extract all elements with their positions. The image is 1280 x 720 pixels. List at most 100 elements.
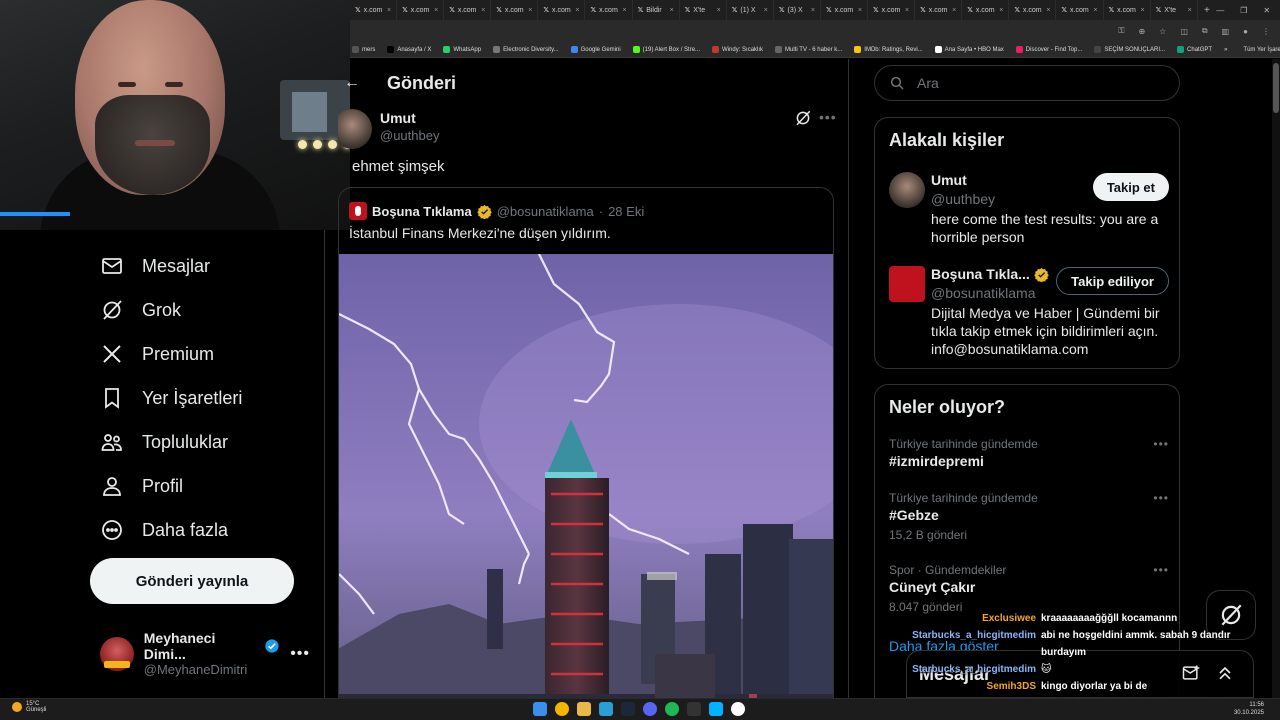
browser-tab[interactable]: 𝕏 Bildir × bbox=[633, 0, 680, 20]
bookmark-item[interactable]: Multi TV - 6 haber k... bbox=[775, 46, 842, 53]
chrome-icon[interactable] bbox=[555, 702, 569, 716]
nav-item-messages[interactable]: Mesajlar bbox=[100, 254, 210, 278]
back-arrow-icon[interactable]: ← bbox=[344, 74, 360, 92]
bookmark-item[interactable]: Anasayfa / X bbox=[387, 46, 431, 53]
close-icon[interactable]: × bbox=[481, 7, 485, 14]
account-switcher[interactable]: Meyhaneci Dimi... @MeyhaneDimitri ••• bbox=[100, 630, 310, 677]
browser-tab[interactable]: 𝕏x.com × bbox=[868, 0, 916, 20]
nav-item-more[interactable]: Daha fazla bbox=[100, 518, 228, 542]
nav-item-communities[interactable]: Topluluklar bbox=[100, 430, 228, 454]
browser-tab[interactable]: 𝕏x.com × bbox=[915, 0, 963, 20]
trend-item[interactable]: Spor · Gündemdekiler Cüneyt Çakır 8.047 … bbox=[889, 563, 1169, 614]
close-icon[interactable]: × bbox=[670, 7, 674, 14]
browser-tab[interactable]: 𝕏x.com × bbox=[491, 0, 539, 20]
more-dots-icon[interactable]: ••• bbox=[819, 109, 837, 125]
follow-button[interactable]: Takip et bbox=[1092, 173, 1169, 201]
zoom-icon[interactable]: ⊕ bbox=[1138, 27, 1145, 36]
author-handle[interactable]: @uuthbey bbox=[380, 128, 439, 143]
discord-icon[interactable] bbox=[643, 702, 657, 716]
bookmark-item[interactable]: Ana Sayfa • HBO Max bbox=[934, 46, 1004, 53]
browser-tab[interactable]: 𝕏x.com × bbox=[962, 0, 1010, 20]
nav-item-bookmarks[interactable]: Yer İşaretleri bbox=[100, 386, 242, 410]
spotify-icon[interactable] bbox=[665, 702, 679, 716]
browser-tab[interactable]: 𝕏x.com × bbox=[1104, 0, 1151, 20]
close-icon[interactable]: × bbox=[905, 7, 909, 14]
trend-item[interactable]: Türkiye tarihinde gündemde #izmirdepremi… bbox=[889, 437, 1169, 469]
browser-tab[interactable]: 𝕏x.com × bbox=[538, 0, 586, 20]
scrollbar[interactable] bbox=[1272, 59, 1280, 698]
system-clock[interactable]: 11:56 30.10.2025 bbox=[1234, 701, 1264, 717]
close-icon[interactable]: × bbox=[764, 7, 768, 14]
bookmark-item[interactable]: IMDb: Ratings, Revi... bbox=[854, 46, 923, 53]
close-icon[interactable]: × bbox=[575, 7, 579, 14]
close-icon[interactable]: × bbox=[1046, 7, 1050, 14]
close-icon[interactable]: × bbox=[858, 7, 862, 14]
close-icon[interactable]: × bbox=[811, 7, 815, 14]
close-icon[interactable]: × bbox=[1141, 7, 1145, 14]
teams-icon[interactable] bbox=[709, 702, 723, 716]
close-icon[interactable]: × bbox=[952, 7, 956, 14]
browser-tab[interactable]: 𝕏x.com × bbox=[585, 0, 633, 20]
outlook-icon[interactable] bbox=[599, 702, 613, 716]
bookmark-item[interactable]: WhatsApp bbox=[443, 46, 481, 53]
quoted-post[interactable]: Boşuna Tıklama @bosunatiklama · 28 Eki İ… bbox=[338, 187, 834, 698]
close-icon[interactable]: × bbox=[1188, 7, 1192, 14]
close-icon[interactable]: × bbox=[1093, 7, 1097, 14]
more-dots-icon[interactable]: ••• bbox=[290, 645, 310, 663]
star-icon[interactable]: ☆ bbox=[1159, 27, 1166, 36]
close-icon[interactable]: × bbox=[434, 7, 438, 14]
close-window-icon[interactable]: ✕ bbox=[1263, 6, 1270, 15]
obs-icon[interactable] bbox=[731, 702, 745, 716]
bookmark-item[interactable]: Windy: Sıcaklık bbox=[712, 46, 763, 53]
bookmark-item[interactable]: (19) Alert Box / Stre... bbox=[632, 46, 700, 53]
more-dots-icon[interactable]: ••• bbox=[1153, 437, 1169, 451]
browser-tab[interactable]: 𝕏x.com × bbox=[821, 0, 869, 20]
search-input[interactable]: Ara bbox=[874, 65, 1180, 101]
all-bookmarks-folder[interactable]: Tüm Yer İşaretleri bbox=[1243, 47, 1280, 53]
file-explorer-icon[interactable] bbox=[577, 702, 591, 716]
bookmark-item[interactable]: mers bbox=[352, 46, 375, 53]
browser-tab[interactable]: 𝕏x.com × bbox=[444, 0, 492, 20]
bookmark-item[interactable]: Google Gemini bbox=[570, 46, 621, 53]
bookmark-item[interactable]: SEÇİM SONUÇLARI... bbox=[1094, 46, 1165, 53]
steam-icon[interactable] bbox=[621, 702, 635, 716]
close-icon[interactable]: × bbox=[387, 7, 391, 14]
bookmark-item[interactable]: ChatGPT bbox=[1177, 46, 1212, 53]
close-icon[interactable]: × bbox=[717, 7, 721, 14]
browser-tab[interactable]: 𝕏 X'te × bbox=[1151, 0, 1198, 20]
weather-widget[interactable]: 15°C Güneşli bbox=[12, 701, 46, 713]
browser-tab[interactable]: 𝕏x.com × bbox=[1009, 0, 1057, 20]
extensions-menu-icon[interactable]: ⧉ bbox=[1202, 26, 1208, 36]
post-button[interactable]: Gönderi yayınla bbox=[90, 558, 294, 604]
quote-image[interactable] bbox=[339, 254, 834, 698]
bookmark-item[interactable]: Electronic Diversity... bbox=[493, 46, 559, 53]
scroll-thumb[interactable] bbox=[1273, 63, 1279, 113]
browser-tab[interactable]: 𝕏x.com × bbox=[1056, 0, 1104, 20]
browser-tab[interactable]: 𝕏 X'te × bbox=[680, 0, 727, 20]
close-icon[interactable]: × bbox=[622, 7, 626, 14]
bookmark-item[interactable]: Discover - Find Top... bbox=[1015, 46, 1082, 53]
close-icon[interactable]: × bbox=[528, 7, 532, 14]
minimize-icon[interactable]: — bbox=[1216, 6, 1224, 15]
browser-menu-icon[interactable]: ⋮ bbox=[1262, 27, 1270, 36]
windows-start-icon[interactable] bbox=[533, 702, 547, 716]
more-dots-icon[interactable]: ••• bbox=[1153, 491, 1169, 505]
browser-tab[interactable]: 𝕏 (3) X × bbox=[774, 0, 821, 20]
epic-games-icon[interactable] bbox=[687, 702, 701, 716]
avatar[interactable] bbox=[338, 109, 372, 149]
author-name[interactable]: Umut bbox=[380, 110, 416, 126]
close-icon[interactable]: × bbox=[999, 7, 1003, 14]
extension-icon[interactable]: ◫ bbox=[1180, 27, 1188, 36]
browser-tab[interactable]: 𝕏 (1) X × bbox=[727, 0, 774, 20]
key-icon[interactable]: ⚿ bbox=[1118, 26, 1124, 36]
sidepanel-icon[interactable]: ▥ bbox=[1222, 27, 1230, 36]
nav-item-profile[interactable]: Profil bbox=[100, 474, 183, 498]
bookmarks-overflow-button[interactable]: » bbox=[1224, 47, 1227, 53]
grok-icon[interactable] bbox=[794, 109, 812, 127]
profile-icon-browser[interactable]: ● bbox=[1243, 27, 1248, 36]
more-dots-icon[interactable]: ••• bbox=[1153, 563, 1169, 577]
browser-tab[interactable]: 𝕏x.com × bbox=[397, 0, 445, 20]
trend-item[interactable]: Türkiye tarihinde gündemde #Gebze 15,2 B… bbox=[889, 491, 1169, 542]
nav-item-grok[interactable]: Grok bbox=[100, 298, 181, 322]
maximize-icon[interactable]: ❐ bbox=[1240, 6, 1247, 15]
